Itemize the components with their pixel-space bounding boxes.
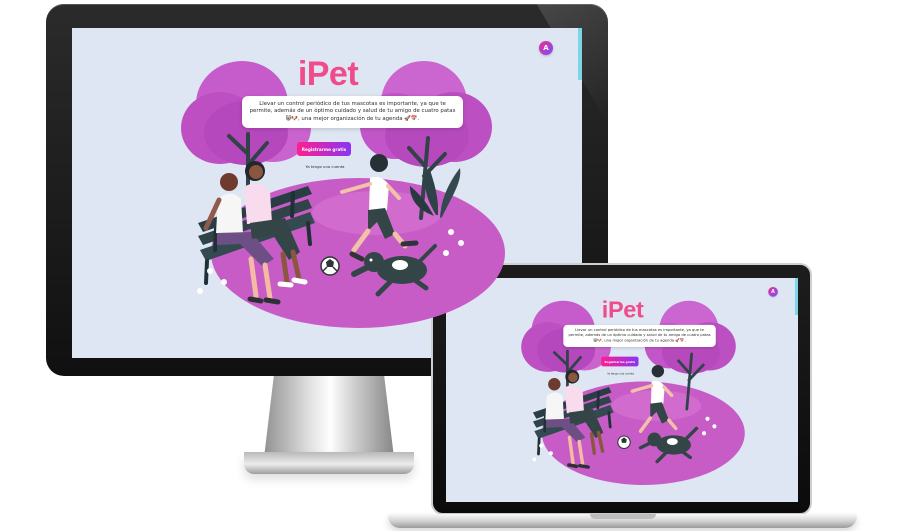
desktop-screen: A iPet Llevar un control periódico de tu… [72,28,582,358]
register-free-button[interactable]: Registrarme gratis [297,142,351,156]
laptop-register-free-button[interactable]: Registrarme gratis [601,356,639,367]
soccer-ball-icon [320,256,340,276]
intro-text: Llevar un control periódico de tus masco… [249,101,456,122]
laptop-opening-notch [590,514,656,519]
existing-account-link[interactable]: Ya tengo una cuenta [303,164,347,171]
monitor-stand-base [244,452,414,474]
desktop-app-page: A iPet Llevar un control periódico de tu… [72,28,582,358]
desktop-monitor: A iPet Llevar un control periódico de tu… [46,4,608,376]
laptop-brand-title: iPet [601,296,644,323]
laptop-intro-card: Llevar un control periódico de tus masco… [563,324,716,347]
brand-title: iPet [297,55,359,93]
laptop-soccer-ball-icon [617,435,631,449]
responsive-device-mockup: A iPet Llevar un control periódico de tu… [0,0,899,531]
intro-card: Llevar un control periódico de tus masco… [242,96,463,128]
laptop-existing-account-link[interactable]: Ya tengo una cuenta [605,372,635,377]
laptop-intro-text: Llevar un control periódico de tus masco… [568,328,711,343]
